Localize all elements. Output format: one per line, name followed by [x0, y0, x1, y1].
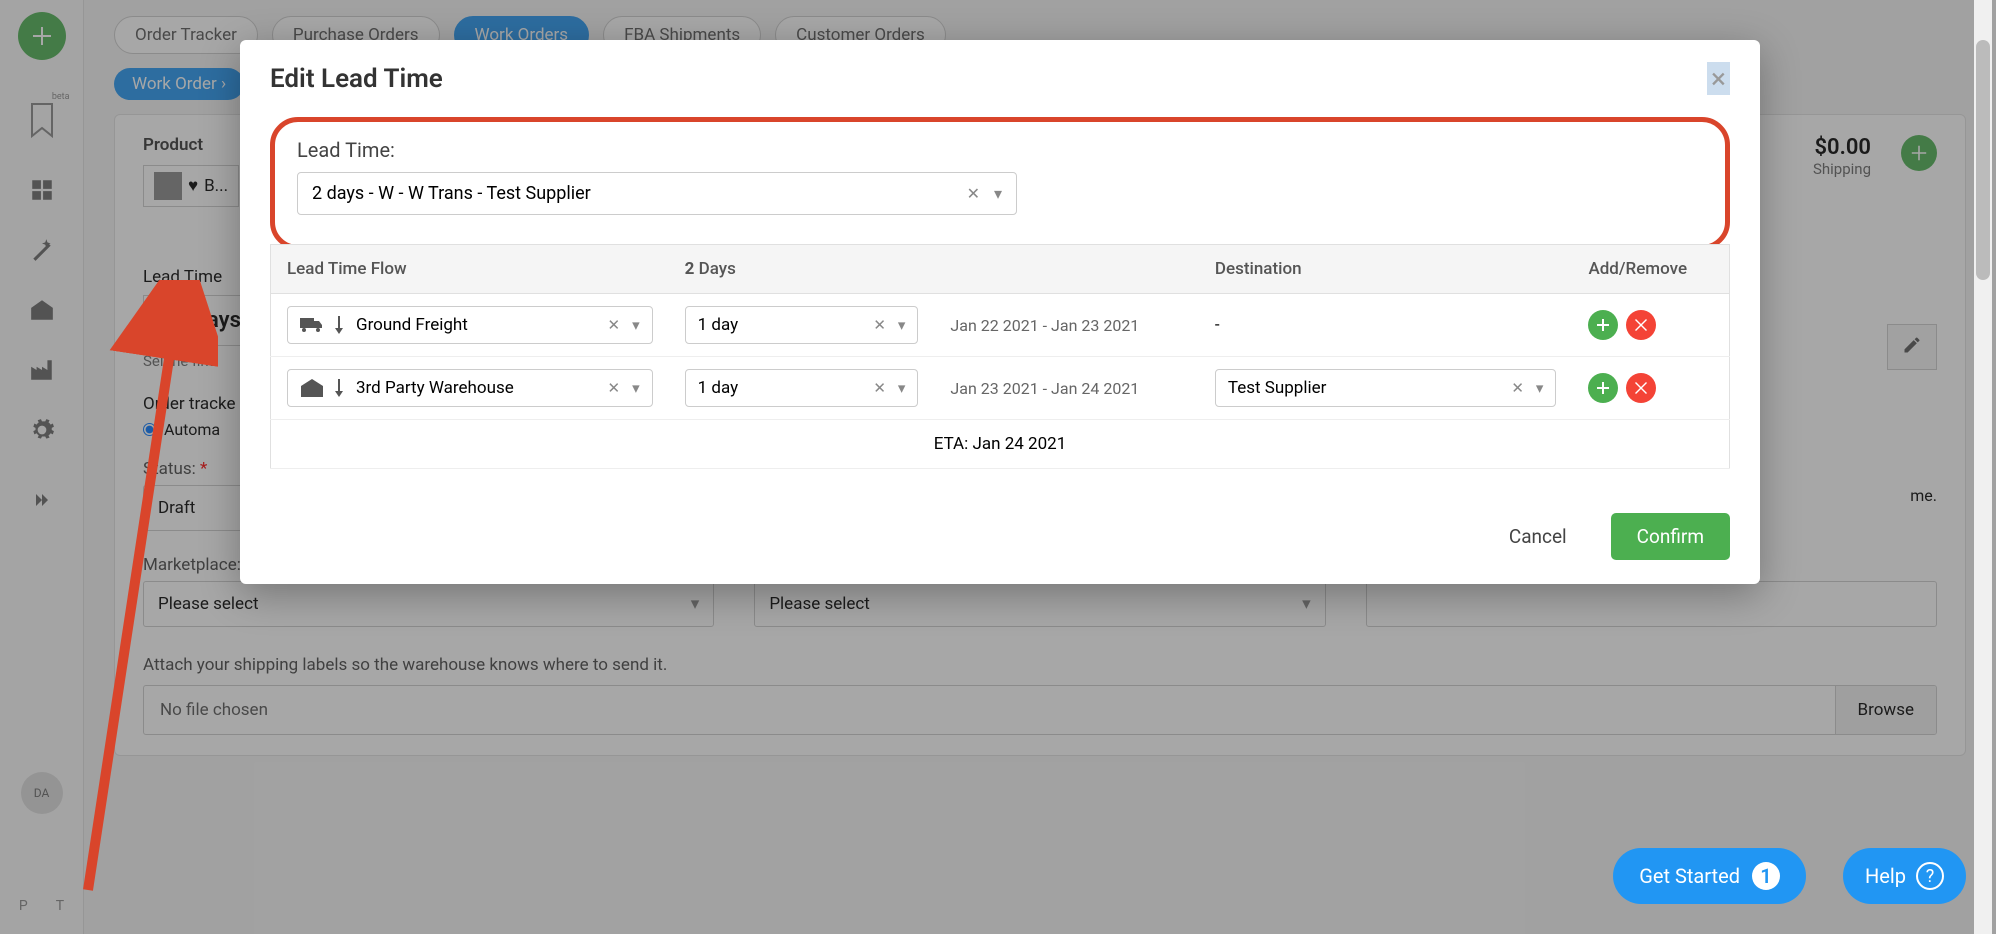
row-destination: - [1199, 294, 1573, 357]
modal-title: Edit Lead Time [270, 64, 443, 94]
col-days: 2 Days [669, 245, 935, 294]
duration-select[interactable]: 1 day ✕▾ [685, 369, 919, 407]
warehouse-icon [300, 379, 324, 397]
flow-type-select[interactable]: Ground Freight ✕▾ [287, 306, 653, 344]
lead-time-label: Lead Time: [297, 138, 1703, 162]
flow-row: Ground Freight ✕▾ 1 day ✕▾ Jan 22 2021 -… [271, 294, 1730, 357]
flow-type-select[interactable]: 3rd Party Warehouse ✕▾ [287, 369, 653, 407]
add-row-button[interactable] [1588, 373, 1618, 403]
eta-text: ETA: Jan 24 2021 [271, 420, 1730, 469]
chevron-down-icon[interactable]: ▾ [994, 184, 1002, 203]
chevron-down-icon[interactable]: ▾ [632, 379, 640, 397]
duration-select[interactable]: 1 day ✕▾ [685, 306, 919, 344]
get-started-widget[interactable]: Get Started 1 [1613, 848, 1806, 904]
lead-time-flow-table: Lead Time Flow 2 Days Destination Add/Re… [270, 244, 1730, 469]
x-icon [1635, 319, 1647, 331]
row-dates: Jan 22 2021 - Jan 23 2021 [934, 294, 1198, 357]
col-flow: Lead Time Flow [271, 245, 669, 294]
row-dates: Jan 23 2021 - Jan 24 2021 [934, 357, 1198, 420]
eta-row: ETA: Jan 24 2021 [271, 420, 1730, 469]
chevron-down-icon[interactable]: ▾ [898, 379, 906, 397]
plus-icon [1597, 319, 1609, 331]
clear-icon[interactable]: ✕ [873, 379, 886, 397]
cancel-button[interactable]: Cancel [1483, 513, 1593, 560]
get-started-badge: 1 [1752, 862, 1780, 890]
x-icon [1635, 382, 1647, 394]
col-add-remove: Add/Remove [1572, 245, 1729, 294]
remove-row-button[interactable] [1626, 373, 1656, 403]
arrow-down-icon [332, 379, 346, 397]
chevron-down-icon[interactable]: ▾ [1536, 379, 1544, 397]
remove-row-button[interactable] [1626, 310, 1656, 340]
clear-icon[interactable]: ✕ [967, 184, 980, 203]
clear-icon[interactable]: ✕ [608, 379, 621, 397]
question-icon: ? [1916, 862, 1944, 890]
col-dates [934, 245, 1198, 294]
clear-icon[interactable]: ✕ [608, 316, 621, 334]
lead-time-highlight: Lead Time: 2 days - W - W Trans - Test S… [270, 117, 1730, 250]
clear-icon[interactable]: ✕ [873, 316, 886, 334]
chevron-down-icon[interactable]: ▾ [898, 316, 906, 334]
help-widget[interactable]: Help ? [1843, 848, 1966, 904]
scrollbar-thumb[interactable] [1976, 40, 1990, 280]
add-row-button[interactable] [1588, 310, 1618, 340]
clear-icon[interactable]: ✕ [1511, 379, 1524, 397]
plus-icon [1597, 382, 1609, 394]
arrow-down-icon [332, 316, 346, 334]
flow-row: 3rd Party Warehouse ✕▾ 1 day ✕▾ Jan 23 2… [271, 357, 1730, 420]
chevron-down-icon[interactable]: ▾ [632, 316, 640, 334]
confirm-button[interactable]: Confirm [1611, 513, 1730, 560]
close-modal-button[interactable]: × [1707, 62, 1730, 95]
truck-icon [300, 316, 324, 334]
destination-select[interactable]: Test Supplier ✕▾ [1215, 369, 1557, 407]
col-destination: Destination [1199, 245, 1573, 294]
vertical-scrollbar[interactable] [1974, 0, 1992, 934]
edit-lead-time-modal: Edit Lead Time × Lead Time: 2 days - W -… [240, 40, 1760, 584]
lead-time-select[interactable]: 2 days - W - W Trans - Test Supplier ✕ ▾ [297, 172, 1017, 215]
lead-time-selected-value: 2 days - W - W Trans - Test Supplier [312, 183, 591, 204]
